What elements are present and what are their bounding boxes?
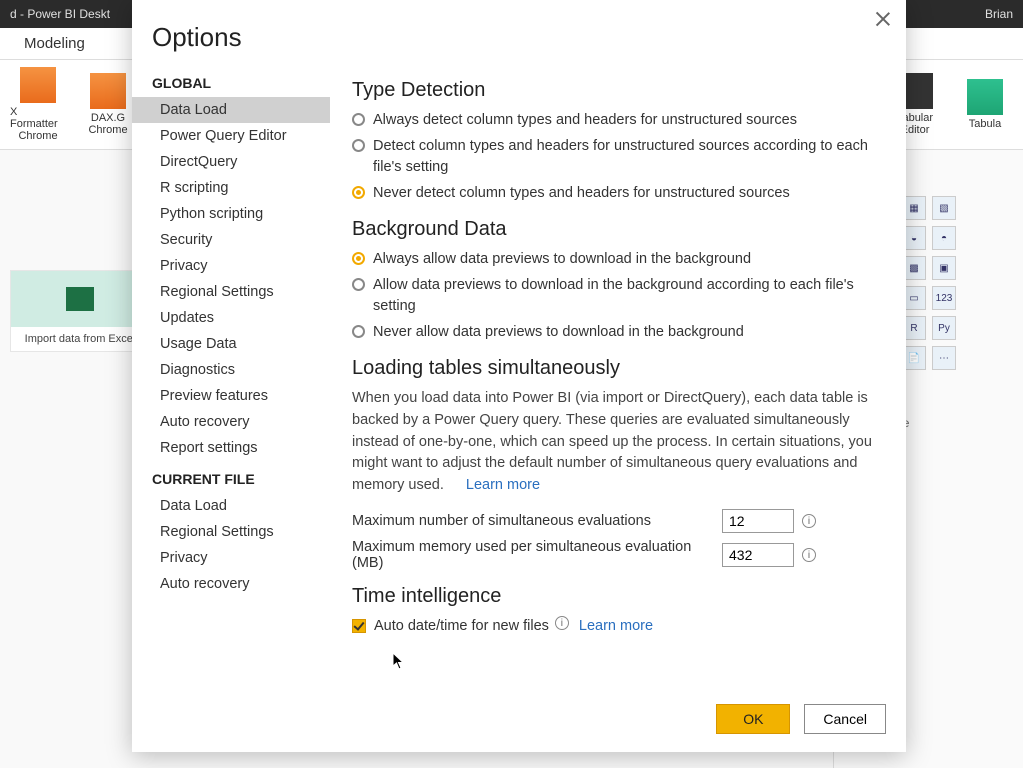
ribbon-tab-modeling[interactable]: Modeling [14, 31, 95, 56]
dialog-title: Options [132, 0, 906, 57]
loading-heading: Loading tables simultaneously [352, 357, 878, 380]
radio-icon [352, 325, 365, 338]
info-icon[interactable]: i [802, 514, 816, 528]
sidebar-item-updates[interactable]: Updates [132, 305, 330, 331]
viz-icon[interactable]: Py [932, 316, 956, 340]
viz-icon[interactable]: 123 [932, 286, 956, 310]
sidebar-item-cf-privacy[interactable]: Privacy [132, 545, 330, 571]
type-detection-opt-never[interactable]: Never detect column types and headers fo… [352, 183, 878, 204]
radio-icon [352, 278, 365, 291]
sidebar-header-global: GLOBAL [132, 65, 330, 97]
sidebar-item-r-scripting[interactable]: R scripting [132, 175, 330, 201]
info-icon[interactable]: i [802, 548, 816, 562]
sidebar-item-cf-regional[interactable]: Regional Settings [132, 519, 330, 545]
max-mem-input[interactable] [722, 543, 794, 567]
info-icon[interactable]: i [555, 616, 569, 630]
options-content: Type Detection Always detect column type… [330, 65, 906, 692]
sidebar-item-cf-auto-recovery[interactable]: Auto recovery [132, 571, 330, 597]
sidebar-item-data-load[interactable]: Data Load [132, 97, 330, 123]
type-detection-opt-always[interactable]: Always detect column types and headers f… [352, 110, 878, 131]
sidebar-item-privacy[interactable]: Privacy [132, 253, 330, 279]
radio-icon [352, 186, 365, 199]
tabula-icon [967, 79, 1003, 115]
cancel-button[interactable]: Cancel [804, 704, 886, 734]
viz-icon[interactable]: ▧ [932, 196, 956, 220]
title-right: Brian [985, 7, 1013, 21]
max-evals-label: Maximum number of simultaneous evaluatio… [352, 513, 722, 529]
sidebar-item-security[interactable]: Security [132, 227, 330, 253]
ribbon-tool-xformatter[interactable]: X Formatter Chrome [10, 67, 66, 142]
checkbox-icon [352, 619, 366, 633]
bg-data-opt-always[interactable]: Always allow data previews to download i… [352, 249, 878, 270]
radio-icon [352, 252, 365, 265]
ribbon-tool-tabula[interactable]: Tabula [957, 79, 1013, 130]
ribbon-tool-daxg[interactable]: DAX.G Chrome [80, 73, 136, 136]
max-evals-input[interactable] [722, 509, 794, 533]
background-data-heading: Background Data [352, 218, 878, 241]
sidebar-item-cf-data-load[interactable]: Data Load [132, 493, 330, 519]
sidebar-item-auto-recovery[interactable]: Auto recovery [132, 409, 330, 435]
type-detection-heading: Type Detection [352, 79, 878, 102]
ok-button[interactable]: OK [716, 704, 790, 734]
viz-icon[interactable]: ▣ [932, 256, 956, 280]
sidebar-header-current: CURRENT FILE [132, 461, 330, 493]
import-excel-card[interactable]: Import data from Excel [10, 270, 150, 352]
dax-icon [90, 73, 126, 109]
learn-more-link[interactable]: Learn more [579, 616, 653, 637]
max-mem-label: Maximum memory used per simultaneous eva… [352, 539, 722, 571]
viz-icon[interactable]: ◓ [932, 226, 956, 250]
radio-icon [352, 139, 365, 152]
sidebar-item-diagnostics[interactable]: Diagnostics [132, 357, 330, 383]
loading-description: When you load data into Power BI (via im… [352, 388, 878, 497]
learn-more-link[interactable]: Learn more [466, 477, 540, 493]
viz-icon[interactable]: ⋯ [932, 346, 956, 370]
options-dialog: Options GLOBAL Data Load Power Query Edi… [132, 0, 906, 752]
time-intel-heading: Time intelligence [352, 585, 878, 608]
sidebar-item-power-query[interactable]: Power Query Editor [132, 123, 330, 149]
excel-icon [66, 287, 94, 311]
sidebar-item-preview-features[interactable]: Preview features [132, 383, 330, 409]
sidebar-item-regional[interactable]: Regional Settings [132, 279, 330, 305]
bg-data-opt-perfile[interactable]: Allow data previews to download in the b… [352, 275, 878, 317]
bg-data-opt-never[interactable]: Never allow data previews to download in… [352, 322, 878, 343]
type-detection-opt-perfile[interactable]: Detect column types and headers for unst… [352, 136, 878, 178]
sidebar-item-report-settings[interactable]: Report settings [132, 435, 330, 461]
close-icon[interactable] [874, 10, 892, 28]
title-left: d - Power BI Deskt [10, 7, 110, 21]
radio-icon [352, 113, 365, 126]
sidebar-item-usage-data[interactable]: Usage Data [132, 331, 330, 357]
sidebar-item-python-scripting[interactable]: Python scripting [132, 201, 330, 227]
options-sidebar: GLOBAL Data Load Power Query Editor Dire… [132, 65, 330, 692]
xformatter-icon [20, 67, 56, 103]
auto-date-time-checkbox[interactable]: Auto date/time for new files i Learn mor… [352, 616, 878, 637]
sidebar-item-directquery[interactable]: DirectQuery [132, 149, 330, 175]
